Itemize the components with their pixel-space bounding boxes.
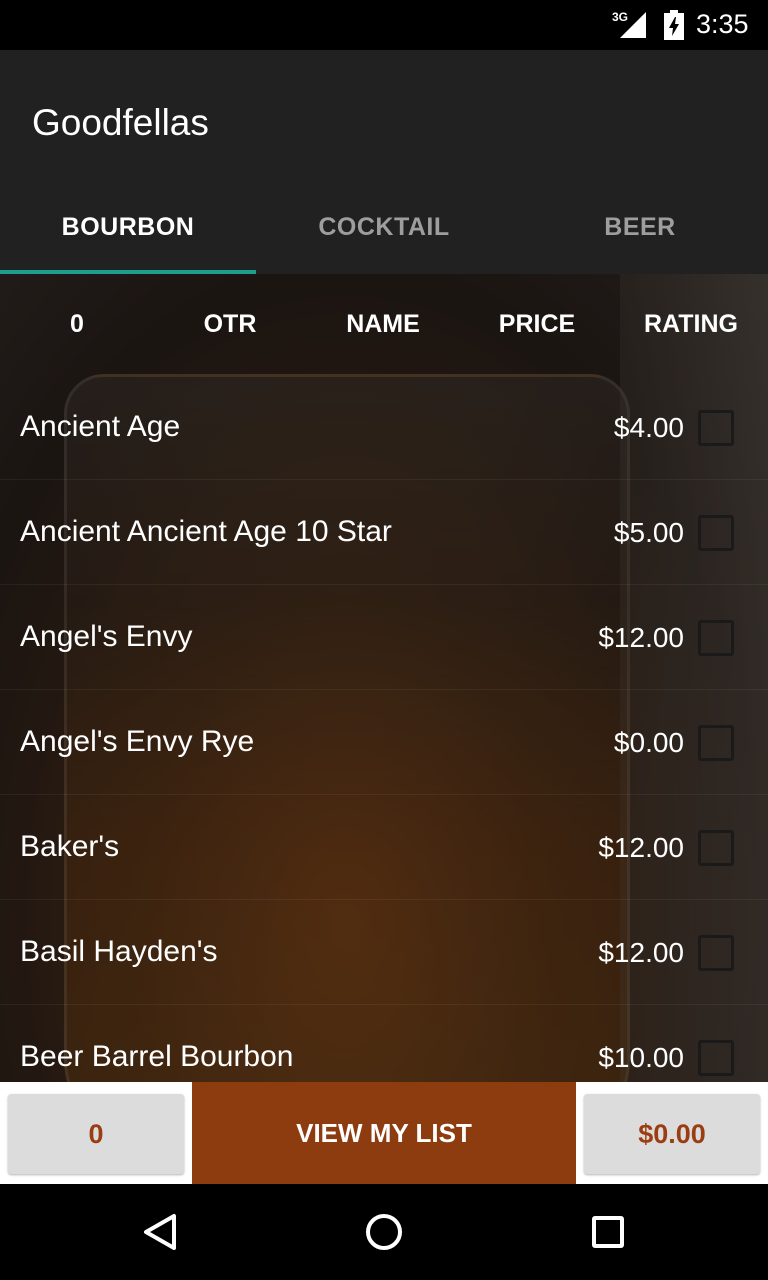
status-bar: 3G 3:35 (0, 0, 768, 50)
column-header-count[interactable]: 0 (0, 310, 154, 339)
column-header-rating[interactable]: RATING (614, 310, 768, 339)
item-name: Ancient Ancient Age 10 Star (20, 515, 392, 548)
item-price: $12.00 (598, 622, 684, 653)
item-price: $4.00 (613, 412, 684, 443)
column-header-price[interactable]: PRICE (460, 310, 614, 339)
item-checkbox[interactable] (698, 515, 734, 551)
column-header-name[interactable]: NAME (306, 310, 460, 339)
item-name: Basil Hayden's (20, 935, 218, 968)
item-count-button[interactable]: 0 (8, 1094, 184, 1174)
item-price: $10.00 (598, 1042, 684, 1073)
column-header-otr[interactable]: OTR (153, 310, 307, 339)
app-title: Goodfellas (32, 102, 209, 143)
list-item[interactable]: Ancient Ancient Age 10 Star $5.00 (0, 479, 768, 585)
list-item[interactable]: Angel's Envy $12.00 (0, 584, 768, 690)
total-price-button[interactable]: $0.00 (584, 1094, 760, 1174)
item-name: Baker's (20, 830, 120, 863)
list-item[interactable]: Ancient Age $4.00 (0, 374, 768, 480)
tab-bourbon[interactable]: BOURBON (0, 180, 256, 274)
navigation-bar (0, 1184, 768, 1280)
action-bar: 0 VIEW MY LIST $0.00 (0, 1082, 768, 1184)
item-name: Angel's Envy Rye (20, 725, 255, 758)
list-item[interactable]: Baker's $12.00 (0, 794, 768, 900)
item-checkbox[interactable] (698, 620, 734, 656)
back-icon[interactable] (136, 1208, 184, 1256)
item-checkbox[interactable] (698, 830, 734, 866)
item-price: $5.00 (613, 517, 684, 548)
tab-beer[interactable]: BEER (512, 180, 768, 274)
item-checkbox[interactable] (698, 410, 734, 446)
item-name: Beer Barrel Bourbon (20, 1040, 294, 1073)
drink-list-panel: 0 OTR NAME PRICE RATING Ancient Age $4.0… (0, 274, 768, 1082)
recents-icon[interactable] (584, 1208, 632, 1256)
column-headers: 0 OTR NAME PRICE RATING (0, 274, 768, 378)
item-price: $12.00 (598, 832, 684, 863)
signal-icon: 3G (612, 10, 648, 40)
list-item[interactable]: Basil Hayden's $12.00 (0, 899, 768, 1005)
list-item[interactable]: Angel's Envy Rye $0.00 (0, 689, 768, 795)
item-checkbox[interactable] (698, 935, 734, 971)
item-name: Angel's Envy (20, 620, 193, 653)
home-icon[interactable] (360, 1208, 408, 1256)
item-price: $0.00 (613, 727, 684, 758)
app-bar: Goodfellas (0, 50, 768, 198)
battery-icon (664, 10, 684, 40)
item-price: $12.00 (598, 937, 684, 968)
tab-bar: BOURBON COCKTAIL BEER (0, 180, 768, 274)
item-checkbox[interactable] (698, 1040, 734, 1076)
clock: 3:35 (696, 9, 749, 39)
item-name: Ancient Age (20, 410, 181, 443)
item-checkbox[interactable] (698, 725, 734, 761)
view-my-list-button[interactable]: VIEW MY LIST (192, 1082, 576, 1184)
tab-cocktail[interactable]: COCKTAIL (256, 180, 512, 274)
list-item[interactable]: Beer Barrel Bourbon $10.00 (0, 1004, 768, 1082)
